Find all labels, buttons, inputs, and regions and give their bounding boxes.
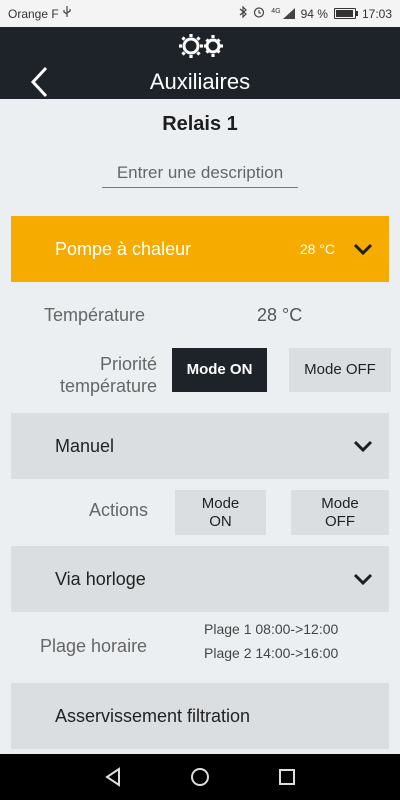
app-bar: Auxiliaires <box>0 27 400 99</box>
carrier-label: Orange F <box>8 6 59 21</box>
priorite-label: Priorité température <box>40 353 157 397</box>
network-type: 4G <box>271 8 281 15</box>
manuel-label: Manuel <box>55 435 115 456</box>
actions-label: Actions <box>89 500 149 520</box>
description-input[interactable] <box>102 159 298 188</box>
plage-list: Plage 1 08:00->12:00 Plage 2 14:00->16:0… <box>204 617 338 665</box>
plage-1: Plage 1 08:00->12:00 <box>204 621 339 637</box>
nav-back-icon[interactable] <box>101 765 125 789</box>
section-pompe-a-chaleur[interactable]: Pompe à chaleur 28 °C <box>11 216 389 282</box>
alarm-icon <box>253 6 265 21</box>
priorite-mode-on-button[interactable]: Mode ON <box>172 348 267 392</box>
usb-icon <box>63 6 71 21</box>
pompe-label: Pompe à chaleur <box>55 238 192 259</box>
actions-mode-off-line1: Mode <box>321 494 359 512</box>
plage-2: Plage 2 14:00->16:00 <box>204 645 339 661</box>
bluetooth-icon <box>239 5 248 21</box>
battery-percent: 94 % <box>300 6 328 21</box>
priorite-label-line2: température <box>59 376 157 396</box>
actions-mode-on-button[interactable]: Mode ON <box>175 490 266 535</box>
temperature-value: 28 °C <box>257 305 303 325</box>
actions-mode-on-line1: Mode <box>201 494 240 512</box>
clock: 17:03 <box>361 6 392 21</box>
actions-mode-off-line2: OFF <box>325 512 355 530</box>
section-manuel[interactable]: Manuel <box>11 413 389 479</box>
signal-icon: 4G <box>271 8 295 19</box>
asservissement-label: Asservissement filtration <box>55 705 251 726</box>
section-via-horloge[interactable]: Via horloge <box>11 546 389 612</box>
nav-recents-icon[interactable] <box>275 765 299 789</box>
actions-mode-on-line2: ON <box>209 512 232 530</box>
actions-mode-off-button[interactable]: Mode OFF <box>291 490 389 535</box>
gears-icon <box>179 34 223 58</box>
horloge-label: Via horloge <box>55 568 146 589</box>
chevron-down-icon <box>353 573 373 585</box>
chevron-down-icon <box>353 243 373 255</box>
priorite-label-line1: Priorité <box>99 354 157 374</box>
battery-icon <box>333 8 358 19</box>
section-asservissement-filtration[interactable]: Asservissement filtration <box>11 683 389 749</box>
nav-home-icon[interactable] <box>188 765 212 789</box>
chevron-down-icon <box>353 440 373 452</box>
pompe-temperature: 28 °C <box>299 241 335 257</box>
relais-title: Relais 1 <box>162 113 238 135</box>
page-title: Auxiliaires <box>149 69 251 94</box>
navigation-bar <box>0 754 400 800</box>
priorite-mode-off-button[interactable]: Mode OFF <box>289 348 391 392</box>
main-content: Relais 1 Pompe à chaleur 28 °C Températu… <box>0 99 400 754</box>
status-bar: Orange F 4G 94 % 17:03 <box>0 0 400 27</box>
temperature-label: Température <box>44 305 146 325</box>
plage-horaire-label: Plage horaire <box>40 636 148 656</box>
